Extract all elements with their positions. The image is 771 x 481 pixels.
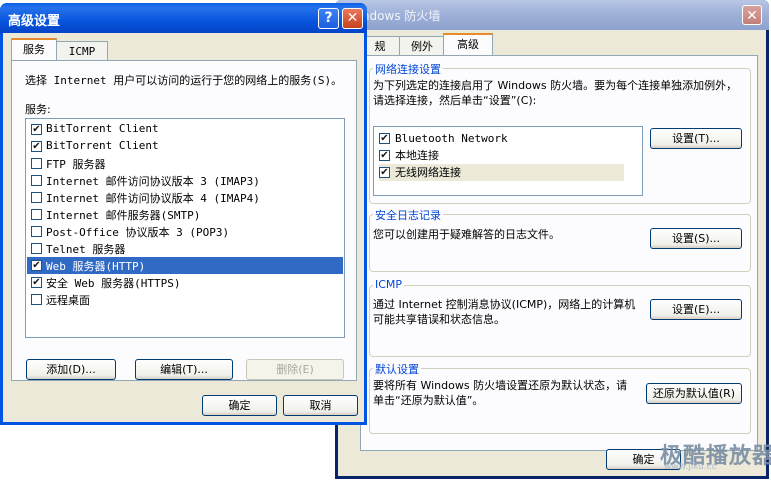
logging-group-label: 安全日志记录 <box>373 207 443 223</box>
network-group-label: 网络连接设置 <box>373 61 443 77</box>
advanced-body: 服务 ICMP 选择 Internet 用户可以访问的运行于您的网络上的服务(S… <box>3 33 364 422</box>
service-checkbox[interactable] <box>31 243 42 254</box>
list-item[interactable]: BitTorrent Client <box>27 121 343 138</box>
logging-settings-button[interactable]: 设置(S)... <box>650 228 742 249</box>
advanced-title: 高级设置 <box>8 14 61 29</box>
edit-button[interactable]: 编辑(T)... <box>135 359 233 380</box>
tab-icmp[interactable]: ICMP <box>56 41 108 61</box>
icmp-settings-button[interactable]: 设置(E)... <box>650 299 742 320</box>
list-item[interactable]: 本地连接 <box>379 147 624 164</box>
service-checkbox[interactable] <box>31 226 42 237</box>
service-name: Telnet 服务器 <box>46 243 126 256</box>
service-checkbox[interactable] <box>31 192 42 203</box>
default-group-label: 默认设置 <box>373 361 421 377</box>
cancel-button[interactable]: 取消 <box>283 395 358 416</box>
icmp-group-description: 通过 Internet 控制消息协议(ICMP)，网络上的计算机可能共享错误和状… <box>373 298 636 326</box>
firewall-close-icon[interactable]: ✕ <box>742 5 762 25</box>
list-item[interactable]: Web 服务器(HTTP) <box>27 257 343 274</box>
network-settings-button[interactable]: 设置(T)... <box>650 128 742 149</box>
list-item[interactable]: 安全 Web 服务器(HTTPS) <box>27 274 343 291</box>
connection-name: 本地连接 <box>395 149 439 162</box>
service-checkbox[interactable] <box>31 277 42 288</box>
service-checkbox[interactable] <box>31 294 42 305</box>
connection-checkbox[interactable] <box>379 133 390 144</box>
network-group-description: 为下列选定的连接启用了 Windows 防火墙。要为每个连接单独添加例外，请选择… <box>373 79 738 107</box>
service-checkbox[interactable] <box>31 158 42 169</box>
services-instruction: 选择 Internet 用户可以访问的运行于您的网络上的服务(S)。 <box>25 74 343 87</box>
list-item[interactable]: FTP 服务器 <box>27 155 343 172</box>
help-icon[interactable]: ? <box>318 8 339 29</box>
firewall-titlebar[interactable]: Windows 防火墙 ✕ <box>335 0 769 30</box>
service-name: 安全 Web 服务器(HTTPS) <box>46 277 181 290</box>
list-item[interactable]: 无线网络连接 <box>379 164 624 181</box>
service-checkbox[interactable] <box>31 175 42 186</box>
list-item[interactable]: BitTorrent Client <box>27 138 343 155</box>
service-name: Web 服务器(HTTP) <box>46 260 146 273</box>
connection-checkbox[interactable] <box>379 167 390 178</box>
connections-list[interactable]: Bluetooth Network 本地连接 无线网络连接 <box>373 126 643 196</box>
advanced-titlebar[interactable]: 高级设置 ? ✕ <box>0 3 367 33</box>
service-name: Internet 邮件服务器(SMTP) <box>46 209 201 222</box>
add-button[interactable]: 添加(D)... <box>26 359 116 380</box>
list-item[interactable]: Telnet 服务器 <box>27 240 343 257</box>
default-group-description: 要将所有 Windows 防火墙设置还原为默认状态，请单击“还原为默认值”。 <box>373 379 628 407</box>
service-name: FTP 服务器 <box>46 158 106 171</box>
ok-button[interactable]: 确定 <box>202 395 277 416</box>
tab-services[interactable]: 服务 <box>11 38 57 61</box>
service-name: Post-Office 协议版本 3 (POP3) <box>46 226 230 239</box>
firewall-window: Windows 防火墙 ✕ 规 例外 高级 网络连接设置 为下列选定的连接启用了… <box>335 0 769 479</box>
services-list[interactable]: BitTorrent Client BitTorrent Client FTP … <box>25 118 345 338</box>
watermark-logo: 极酷播放器 www.jiku.cc <box>660 438 771 478</box>
list-item[interactable]: Internet 邮件访问协议版本 3 (IMAP3) <box>27 172 343 189</box>
service-checkbox[interactable] <box>31 209 42 220</box>
services-label: 服务: <box>25 103 51 116</box>
icmp-group-label: ICMP <box>373 278 405 291</box>
service-checkbox[interactable] <box>31 141 42 152</box>
restore-defaults-button[interactable]: 还原为默认值(R) <box>646 383 742 404</box>
tab-advanced[interactable]: 高级 <box>443 33 493 56</box>
connection-name: Bluetooth Network <box>395 132 508 145</box>
service-name: BitTorrent Client <box>46 139 159 152</box>
list-item[interactable]: 远程桌面 <box>27 291 343 308</box>
service-checkbox[interactable] <box>31 260 42 271</box>
service-name: 远程桌面 <box>46 294 90 307</box>
watermark-url: www.jiku.cc <box>664 462 717 472</box>
close-icon[interactable]: ✕ <box>342 8 363 29</box>
service-checkbox[interactable] <box>31 124 42 135</box>
logging-group-description: 您可以创建用于疑难解答的日志文件。 <box>373 228 560 241</box>
delete-button[interactable]: 删除(E) <box>246 359 344 380</box>
list-item[interactable]: Internet 邮件服务器(SMTP) <box>27 206 343 223</box>
firewall-body: 规 例外 高级 网络连接设置 为下列选定的连接启用了 Windows 防火墙。要… <box>338 30 766 476</box>
connection-checkbox[interactable] <box>379 150 390 161</box>
service-name: Internet 邮件访问协议版本 3 (IMAP3) <box>46 175 260 188</box>
service-name: BitTorrent Client <box>46 122 159 135</box>
list-item[interactable]: Internet 邮件访问协议版本 4 (IMAP4) <box>27 189 343 206</box>
service-name: Internet 邮件访问协议版本 4 (IMAP4) <box>46 192 260 205</box>
connection-name: 无线网络连接 <box>395 166 461 179</box>
list-item[interactable]: Bluetooth Network <box>379 130 624 147</box>
tab-exceptions[interactable]: 例外 <box>399 36 445 56</box>
advanced-settings-dialog: 高级设置 ? ✕ 服务 ICMP 选择 Internet 用户可以访问的运行于您… <box>0 3 367 425</box>
list-item[interactable]: Post-Office 协议版本 3 (POP3) <box>27 223 343 240</box>
services-tab-panel: 选择 Internet 用户可以访问的运行于您的网络上的服务(S)。 服务: B… <box>11 60 357 381</box>
advanced-tab-panel: 网络连接设置 为下列选定的连接启用了 Windows 防火墙。要为每个连接单独添… <box>360 55 758 451</box>
